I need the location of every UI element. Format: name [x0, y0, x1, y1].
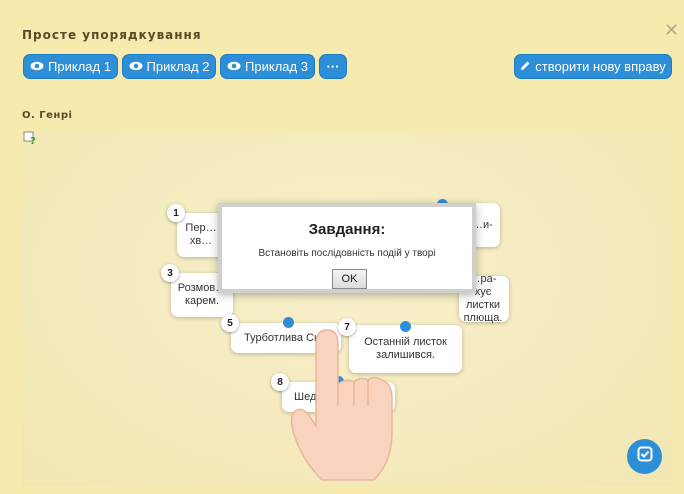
exercise-panel: Просте упорядкування ✕ Приклад 1 Приклад… — [0, 0, 684, 494]
example-1-button[interactable]: Приклад 1 — [23, 54, 118, 79]
dialog-text: Встановіть послідовність подій у творі — [258, 248, 436, 259]
example-3-label: Приклад 3 — [245, 59, 308, 74]
hand-pointer-icon — [282, 322, 402, 492]
card-text: Пер… хв… — [185, 222, 217, 247]
eye-icon — [129, 59, 143, 74]
example-2-label: Приклад 2 — [146, 59, 210, 74]
close-icon[interactable]: ✕ — [664, 21, 679, 39]
create-exercise-label: створити нову вправу — [535, 59, 666, 74]
card-number-1: 1 — [167, 204, 185, 222]
card-number-3: 3 — [161, 264, 179, 282]
help-icon[interactable]: ? — [23, 131, 36, 147]
page-title: Просте упорядкування — [22, 28, 202, 42]
eye-icon — [227, 59, 241, 74]
dialog-title: Завдання: — [308, 221, 386, 238]
task-dialog: Завдання: Встановіть послідовність подій… — [218, 203, 476, 293]
check-button[interactable] — [627, 439, 662, 474]
ok-button[interactable]: OK — [332, 269, 367, 289]
svg-text:?: ? — [30, 136, 36, 145]
check-icon — [637, 446, 653, 467]
more-button[interactable]: ··· — [319, 54, 347, 79]
eye-icon — [30, 59, 44, 74]
pencil-icon — [520, 59, 531, 74]
example-2-button[interactable]: Приклад 2 — [122, 54, 216, 79]
author-label: О. Генрі — [22, 110, 73, 121]
create-exercise-button[interactable]: створити нову вправу — [514, 54, 672, 79]
card-number-5: 5 — [221, 314, 239, 332]
example-1-label: Приклад 1 — [48, 59, 111, 74]
example-3-button[interactable]: Приклад 3 — [220, 54, 315, 79]
